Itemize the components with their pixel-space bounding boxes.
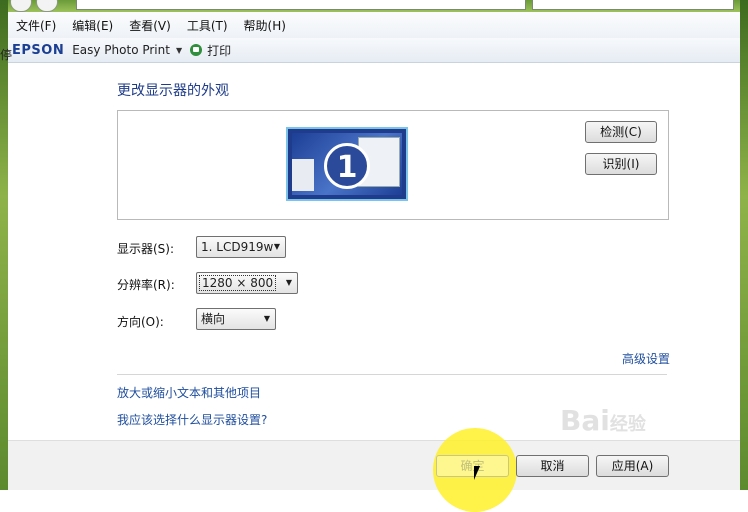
display-value: 1. LCD919w [201,240,274,254]
print-icon[interactable] [190,44,203,56]
orientation-select[interactable]: 横向 ▼ [196,308,276,330]
chevron-down-icon[interactable]: ▼ [176,46,182,55]
chevron-down-icon: ▼ [285,278,292,287]
advanced-settings-link[interactable]: 高级设置 [622,350,670,367]
menu-tools[interactable]: 工具(T) [179,17,236,34]
menu-edit[interactable]: 编辑(E) [64,17,121,34]
display-select[interactable]: 1. LCD919w ▼ [196,236,286,258]
window-frame-left [0,0,8,490]
text-size-link[interactable]: 放大或缩小文本和其他项目 [117,384,261,401]
menu-help[interactable]: 帮助(H) [236,17,294,34]
chevron-down-icon: ▼ [273,242,280,251]
epson-toolbar: EPSON Easy Photo Print ▼ 打印 [8,38,740,63]
display-settings-help-link[interactable]: 我应该选择什么显示器设置? [117,411,267,428]
chevron-down-icon: ▼ [263,314,270,323]
display-label: 显示器(S): [117,242,175,256]
monitor-window-preview [292,159,314,191]
ok-button[interactable]: 确定 [436,455,509,477]
mouse-cursor-icon [474,466,480,480]
side-glyph: 停 [0,48,13,62]
identify-button[interactable]: 识别(I) [585,153,657,175]
back-button[interactable] [10,0,32,12]
apply-button[interactable]: 应用(A) [596,455,669,477]
watermark-suffix: 经验 [609,414,646,435]
print-button[interactable]: 打印 [207,42,231,59]
menu-bar: 文件(F) 编辑(E) 查看(V) 工具(T) 帮助(H) [8,12,740,38]
watermark-text: Bai [560,404,610,437]
monitor-number-badge: 1 [324,143,370,189]
monitor-1-thumbnail[interactable]: 1 [286,127,408,201]
search-box[interactable] [532,0,734,10]
cancel-button[interactable]: 取消 [516,455,589,477]
resolution-label: 分辨率(R): [117,278,175,292]
window-frame-right [740,0,748,490]
menu-file[interactable]: 文件(F) [8,17,64,34]
easy-photo-print-button[interactable]: Easy Photo Print [72,43,170,57]
window-title-bar [0,0,748,12]
monitor-arrangement-panel: 1 检测(C) 识别(I) [117,110,669,220]
orientation-label: 方向(O): [117,315,164,329]
divider [117,374,667,375]
resolution-select[interactable]: 1280 × 800 ▼ [196,272,298,294]
detect-button[interactable]: 检测(C) [585,121,657,143]
orientation-value: 横向 [201,312,226,326]
address-bar[interactable] [76,0,526,10]
baidu-watermark: Bai经验 [560,404,646,437]
page-title: 更改显示器的外观 [117,83,229,99]
epson-logo: EPSON [12,42,65,58]
forward-button[interactable] [36,0,58,12]
menu-view[interactable]: 查看(V) [121,17,179,34]
resolution-value: 1280 × 800 [199,275,277,291]
